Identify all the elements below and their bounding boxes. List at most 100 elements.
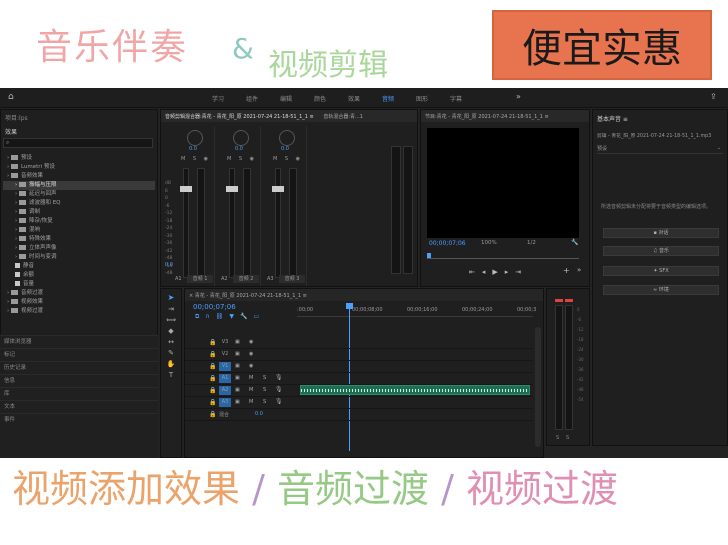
tab-learn[interactable]: 学习 <box>212 94 224 103</box>
track-target[interactable]: A1 <box>219 374 231 383</box>
video-track-row[interactable]: 🔒 V1 ▣ ◉ <box>185 361 533 373</box>
home-icon[interactable]: ⌂ <box>8 92 14 102</box>
pen-tool-icon[interactable]: ✎ <box>161 349 181 357</box>
razor-tool-icon[interactable]: ◆ <box>161 327 181 335</box>
more-controls-icon[interactable]: » <box>577 266 581 274</box>
type-tool-icon[interactable]: T <box>161 371 181 379</box>
effects-tree-item[interactable]: › 降杂/恢复 <box>3 217 155 226</box>
program-playhead[interactable] <box>427 253 431 258</box>
video-track-row[interactable]: 🔒 V2 ▣ ◉ <box>185 349 533 361</box>
eye-icon[interactable]: ◉ <box>249 363 253 369</box>
pan-value[interactable]: 0.0 <box>189 146 197 152</box>
master-track-row[interactable]: 🔒 混合 0.0 <box>185 409 533 421</box>
add-button-icon[interactable]: + <box>563 266 570 275</box>
mic-icon[interactable]: 🎙 <box>275 374 283 381</box>
toggle-output-icon[interactable]: ▣ <box>235 363 240 369</box>
transport-controls[interactable]: ⇤◂▶▸⇥ <box>469 268 528 276</box>
track-select-tool-icon[interactable]: ⇥ <box>161 305 181 313</box>
effects-tree-item[interactable]: › 视频过渡 <box>3 307 155 316</box>
track-target[interactable]: A2 <box>219 386 231 395</box>
lock-icon[interactable]: 🔒 <box>209 339 216 346</box>
settings-wrench-icon[interactable]: 🔧 <box>571 239 578 246</box>
panel-tab[interactable]: 库 <box>0 387 158 400</box>
effects-tree-item[interactable]: › 混响 <box>3 226 155 235</box>
master-volume-value[interactable]: 0.0 <box>165 262 173 268</box>
effects-tree-item[interactable]: 余额 <box>3 271 155 280</box>
effects-tree-item[interactable]: › Lumetri 预设 <box>3 163 155 172</box>
channel-name[interactable]: 音频 2 <box>233 275 259 283</box>
tab-editing[interactable]: 编辑 <box>280 94 292 103</box>
tab-effects[interactable]: 效果 <box>348 94 360 103</box>
fader-track[interactable] <box>183 168 189 278</box>
mute-solo-buttons[interactable]: M S ◉ <box>227 156 257 162</box>
effects-tree-item[interactable]: › 音频效果 <box>3 172 155 181</box>
effects-tree-item[interactable]: › 振幅与压限 <box>3 181 155 190</box>
lock-icon[interactable]: 🔒 <box>209 375 216 382</box>
pan-value[interactable]: 0.0 <box>281 146 289 152</box>
track-target[interactable]: V1 <box>219 362 231 371</box>
zoom-select[interactable]: 100% <box>481 240 497 246</box>
more-workspaces-icon[interactable]: » <box>516 92 521 101</box>
timeline-tab[interactable]: × 青花 - 青花_阳_原 2021-07-24 21-18-51_1_1 ≡ <box>185 289 543 301</box>
wrench-icon[interactable]: 🔧 <box>240 313 253 320</box>
share-icon[interactable]: ⇪ <box>710 92 717 101</box>
playhead-handle[interactable] <box>346 303 353 309</box>
eye-icon[interactable]: ◉ <box>249 339 253 345</box>
eye-icon[interactable]: ◉ <box>249 351 253 357</box>
mixer-tab[interactable]: 音频剪辑混合器:青花 - 青花_阳_原 2021-07-24 21-18-51_… <box>165 114 314 120</box>
solo-button[interactable]: S <box>263 387 266 393</box>
sfx-button[interactable]: ✦ SFX <box>603 266 719 276</box>
selection-tool-icon[interactable]: ➤ <box>161 293 181 302</box>
step-forward-icon[interactable]: ▸ <box>505 268 516 276</box>
pan-knob[interactable] <box>187 130 203 146</box>
track-target[interactable]: V2 <box>219 350 231 359</box>
effects-tree-item[interactable]: › 预设 <box>3 154 155 163</box>
clip-indicator-left[interactable] <box>555 299 563 302</box>
tab-color[interactable]: 颜色 <box>314 94 326 103</box>
preset-select[interactable]: 预设 ⌄ <box>597 145 723 154</box>
solo-right[interactable]: S <box>566 435 569 441</box>
channel-name[interactable]: 音频 1 <box>187 275 213 283</box>
tab-captions[interactable]: 字幕 <box>450 94 462 103</box>
panel-tab[interactable]: 标记 <box>0 348 158 361</box>
program-tab[interactable]: 节目:青花 - 青花_阳_原 2021-07-24 21-18-51_1_1 ≡ <box>421 110 589 122</box>
sync-lock-icon[interactable]: ▣ <box>235 387 240 393</box>
time-ruler[interactable]: :00;00 00;00;08;00 00;00;16;00 00;00;24;00 0… <box>297 305 536 317</box>
effects-tree-item[interactable]: › 时间与变调 <box>3 253 155 262</box>
effects-tab[interactable]: 效果 <box>5 127 17 136</box>
effects-tree-item[interactable]: 音量 <box>3 280 155 289</box>
mixer-tab-bar[interactable]: 音频剪辑混合器:青花 - 青花_阳_原 2021-07-24 21-18-51_… <box>161 110 417 122</box>
lock-icon[interactable]: 🔒 <box>209 351 216 358</box>
tab-assembly[interactable]: 组件 <box>246 94 258 103</box>
panel-tab[interactable]: 文本 <box>0 400 158 413</box>
timeline-tools[interactable]: ⧉∩⛓▼🔧▭ <box>195 313 265 321</box>
effects-tree-item[interactable]: › 延迟与回声 <box>3 190 155 199</box>
solo-button[interactable]: S <box>263 375 266 381</box>
ambience-button[interactable]: ≈ 环境 <box>603 285 719 295</box>
audio-track-row[interactable]: 🔒 A1 ▣ M S 🎙 <box>185 373 533 385</box>
effects-tree-item[interactable]: 静音 <box>3 262 155 271</box>
mic-icon[interactable]: 🎙 <box>275 398 283 405</box>
pan-knob[interactable] <box>233 130 249 146</box>
ripple-edit-tool-icon[interactable]: ⟺ <box>161 316 181 324</box>
channel-name[interactable]: 音频 3 <box>279 275 305 283</box>
fader-track[interactable] <box>229 168 235 278</box>
step-back-icon[interactable]: ◂ <box>482 268 493 276</box>
lock-icon[interactable]: 🔒 <box>209 363 216 370</box>
essential-sound-title[interactable]: 基本声音 ≡ <box>597 114 628 123</box>
caption-icon[interactable]: ▭ <box>253 313 265 320</box>
marker-icon[interactable]: ▼ <box>229 313 240 320</box>
track-mixer-tab[interactable]: 音轨混合器:青...1 <box>323 114 363 120</box>
mute-button[interactable]: M <box>249 387 253 393</box>
project-label[interactable]: 项目:lps <box>5 113 28 122</box>
effects-tree-item[interactable]: › 立体声声像 <box>3 244 155 253</box>
panel-tab[interactable]: 媒体浏览器 <box>0 335 158 348</box>
panel-tab[interactable]: 历史记录 <box>0 361 158 374</box>
lock-icon[interactable]: 🔒 <box>209 399 216 406</box>
effects-tree-item[interactable]: › 视频效果 <box>3 298 155 307</box>
fader-track[interactable] <box>275 168 281 278</box>
fader-handle[interactable] <box>226 186 238 192</box>
sync-lock-icon[interactable]: ▣ <box>235 399 240 405</box>
toggle-output-icon[interactable]: ▣ <box>235 339 240 345</box>
effects-search-input[interactable]: ⌕ <box>3 138 153 148</box>
